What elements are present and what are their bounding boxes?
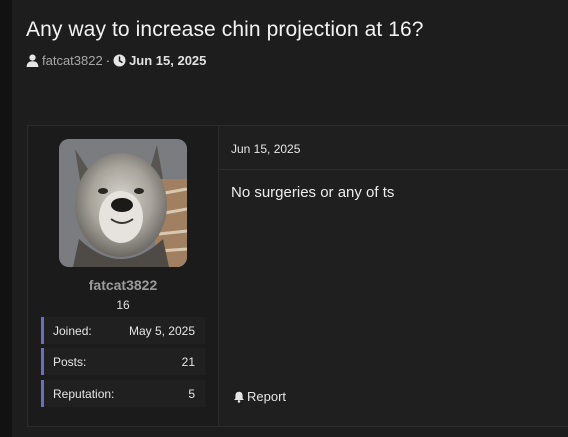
left-sidebar-strip	[0, 0, 12, 437]
stat-value: 5	[188, 386, 195, 401]
post-username[interactable]: fatcat3822	[28, 277, 218, 293]
page: Any way to increase chin projection at 1…	[0, 0, 568, 437]
stat-label: Joined:	[53, 323, 92, 338]
post-body: No surgeries or any of ts	[231, 184, 395, 201]
avatar[interactable]	[59, 139, 187, 267]
user-title: 16	[116, 298, 130, 312]
user-icon	[26, 54, 39, 67]
report-button[interactable]: Report	[233, 389, 286, 404]
thread-date-link[interactable]: Jun 15, 2025	[129, 53, 206, 68]
thread-title: Any way to increase chin projection at 1…	[26, 18, 424, 41]
thread-author-link[interactable]: fatcat3822	[42, 53, 103, 68]
report-label: Report	[247, 389, 287, 404]
stat-label: Reputation:	[53, 386, 115, 401]
thread-meta: fatcat3822 · Jun 15, 2025	[26, 53, 206, 68]
post-header-divider	[219, 169, 568, 170]
user-stat-reputation: Reputation: 5	[41, 380, 205, 407]
stat-value: 21	[181, 354, 195, 369]
user-stat-joined: Joined: May 5, 2025	[41, 317, 205, 344]
clock-icon	[113, 54, 126, 67]
post-main: Jun 15, 2025 No surgeries or any of ts R…	[219, 126, 568, 426]
thread-content: Any way to increase chin projection at 1…	[12, 0, 568, 437]
user-stat-posts: Posts: 21	[41, 348, 205, 375]
stat-value: May 5, 2025	[128, 323, 195, 338]
post-user-panel: fatcat3822 16 Joined: May 5, 2025 Posts:…	[28, 126, 219, 426]
stat-label: Posts:	[53, 354, 87, 369]
post-date-link[interactable]: Jun 15, 2025	[231, 142, 300, 156]
meta-separator: ·	[105, 53, 111, 68]
post-message: fatcat3822 16 Joined: May 5, 2025 Posts:…	[27, 125, 568, 427]
bell-icon	[233, 391, 245, 403]
